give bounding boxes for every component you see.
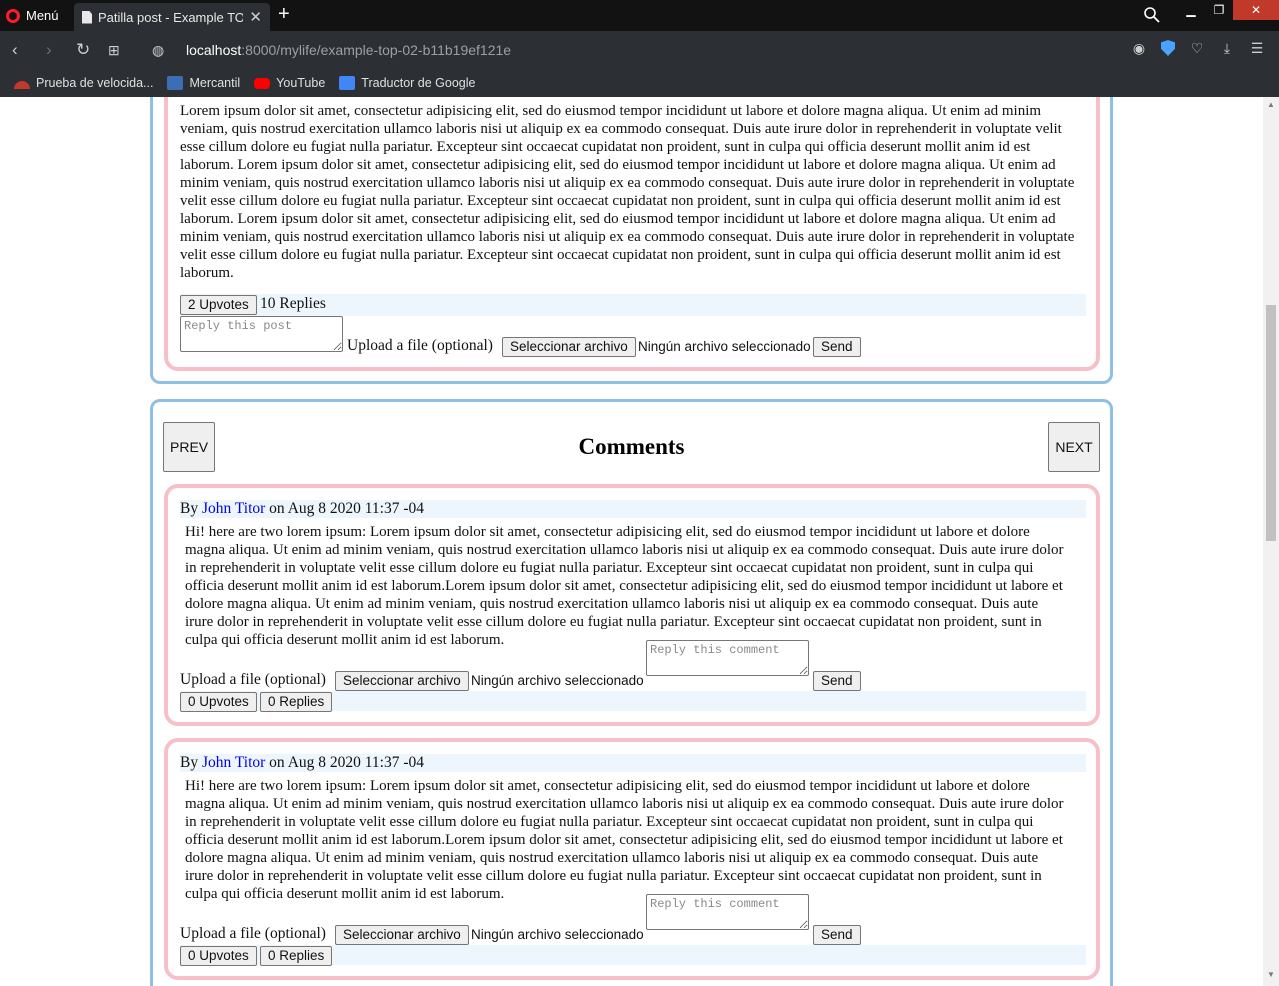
minimize-icon[interactable]: ▁ xyxy=(1177,0,1205,20)
choose-file-button[interactable]: Seleccionar archivo xyxy=(335,925,469,945)
comment-date: on Aug 8 2020 11:37 -04 xyxy=(269,754,425,771)
download-icon[interactable]: ⤓ xyxy=(1219,40,1235,56)
comments-container: PREV Comments NEXT By John Titor on Aug … xyxy=(150,399,1113,986)
upload-label: Upload a file (optional) xyxy=(347,337,493,354)
post-replies-count: 10 Replies xyxy=(260,295,326,312)
scroll-up-icon[interactable]: ▲ xyxy=(1266,100,1276,110)
tabs-grid-icon[interactable]: ⊞ xyxy=(108,42,120,59)
url-host: localhost xyxy=(186,42,242,58)
menu-label: Menú xyxy=(26,8,59,23)
close-tab-icon[interactable]: ✕ xyxy=(249,8,262,26)
back-icon[interactable]: ‹ xyxy=(12,40,18,60)
page-scrollbar[interactable]: ▲ ▼ xyxy=(1263,97,1279,986)
speedtest-icon xyxy=(14,81,30,89)
globe-icon: ◍ xyxy=(152,42,165,58)
tab-title: Patilla post - Example TOP xyxy=(98,9,244,25)
camera-icon[interactable]: ◉ xyxy=(1131,40,1147,56)
new-tab-icon[interactable]: + xyxy=(278,3,290,26)
comment-upvotes-button[interactable]: 0 Upvotes xyxy=(180,946,257,966)
browser-tab-bar: Menú Patilla post - Example TOP ✕ + ▁ ❐ … xyxy=(0,0,1279,31)
comment-byline: By John Titor on Aug 8 2020 11:37 -04 xyxy=(180,754,424,772)
page-viewport: Lorem ipsum dolor sit amet, consectetur … xyxy=(0,97,1279,986)
no-file-status: Ningún archivo seleccionado xyxy=(471,673,644,688)
no-file-status: Ningún archivo seleccionado xyxy=(638,339,811,354)
comment-card: By John Titor on Aug 8 2020 11:37 -04 Hi… xyxy=(164,738,1100,980)
comment-replies-button[interactable]: 0 Replies xyxy=(260,692,333,712)
reload-icon[interactable]: ↻ xyxy=(76,40,90,60)
next-button[interactable]: NEXT xyxy=(1048,422,1100,472)
bookmark-label: YouTube xyxy=(276,76,326,90)
document-icon xyxy=(82,10,92,24)
url-path: :8000/mylife/example-top-02-b11b19ef121e xyxy=(241,42,512,58)
comment-body: Hi! here are two lorem ipsum: Lorem ipsu… xyxy=(185,778,1064,902)
bookmark-label: Prueba de velocida... xyxy=(36,76,154,90)
post-body: Lorem ipsum dolor sit amet, consectetur … xyxy=(180,103,1075,281)
url-field[interactable]: localhost:8000/mylife/example-top-02-b11… xyxy=(186,42,511,58)
scroll-thumb[interactable] xyxy=(1266,305,1276,541)
choose-file-button[interactable]: Seleccionar archivo xyxy=(335,671,469,691)
address-bar: ‹ › ↻ ⊞ ◍ localhost:8000/mylife/example-… xyxy=(0,31,1279,69)
bookmark-youtube[interactable]: YouTube xyxy=(254,76,325,90)
reply-post-textarea[interactable] xyxy=(180,316,343,352)
comment-body: Hi! here are two lorem ipsum: Lorem ipsu… xyxy=(185,524,1064,648)
comment-card: By John Titor on Aug 8 2020 11:37 -04 Hi… xyxy=(164,484,1100,726)
shield-icon[interactable] xyxy=(1161,40,1175,56)
comment-upvotes-button[interactable]: 0 Upvotes xyxy=(180,692,257,712)
upload-label: Upload a file (optional) xyxy=(180,671,326,688)
post-card: Lorem ipsum dolor sit amet, consectetur … xyxy=(164,97,1100,371)
author-link[interactable]: John Titor xyxy=(202,500,265,517)
youtube-icon xyxy=(254,77,271,89)
opera-logo-icon xyxy=(6,8,20,23)
comments-title: Comments xyxy=(578,434,685,459)
upload-label: Upload a file (optional) xyxy=(180,925,326,942)
mercantil-icon xyxy=(167,76,184,90)
post-upvotes-button[interactable]: 2 Upvotes xyxy=(180,295,257,315)
browser-tab[interactable]: Patilla post - Example TOP ✕ xyxy=(74,3,270,31)
scroll-down-icon[interactable]: ▼ xyxy=(1266,970,1276,980)
send-reply-button[interactable]: Send xyxy=(813,671,861,691)
google-translate-icon xyxy=(339,76,356,90)
comment-replies-button[interactable]: 0 Replies xyxy=(260,946,333,966)
by-label: By xyxy=(180,754,199,771)
bookmark-label: Mercantil xyxy=(189,76,241,90)
reply-comment-textarea[interactable] xyxy=(646,640,809,676)
comment-byline: By John Titor on Aug 8 2020 11:37 -04 xyxy=(180,500,424,518)
opera-menu-button[interactable]: Menú xyxy=(6,0,59,31)
choose-file-button[interactable]: Seleccionar archivo xyxy=(502,337,636,357)
bookmark-speedtest[interactable]: Prueba de velocida... xyxy=(14,76,153,90)
reply-comment-textarea[interactable] xyxy=(646,894,809,930)
heart-icon[interactable]: ♡ xyxy=(1189,40,1205,56)
send-reply-button[interactable]: Send xyxy=(813,925,861,945)
no-file-status: Ningún archivo seleccionado xyxy=(471,927,644,942)
send-reply-button[interactable]: Send xyxy=(813,337,861,357)
comment-date: on Aug 8 2020 11:37 -04 xyxy=(269,500,425,517)
bookmark-translate[interactable]: Traductor de Google xyxy=(339,76,475,90)
by-label: By xyxy=(180,500,199,517)
restore-icon[interactable]: ❐ xyxy=(1205,0,1233,20)
post-container: Lorem ipsum dolor sit amet, consectetur … xyxy=(150,97,1113,384)
bookmark-mercantil[interactable]: Mercantil xyxy=(167,76,240,90)
close-window-icon[interactable]: ✕ xyxy=(1233,0,1279,20)
author-link[interactable]: John Titor xyxy=(202,754,265,771)
forward-icon[interactable]: › xyxy=(46,40,52,60)
bookmarks-bar: Prueba de velocida... Mercantil YouTube … xyxy=(0,69,1279,97)
easy-setup-icon[interactable]: ☰ xyxy=(1249,40,1265,56)
search-tabs-icon[interactable] xyxy=(1143,6,1161,24)
bookmark-label: Traductor de Google xyxy=(361,76,476,90)
